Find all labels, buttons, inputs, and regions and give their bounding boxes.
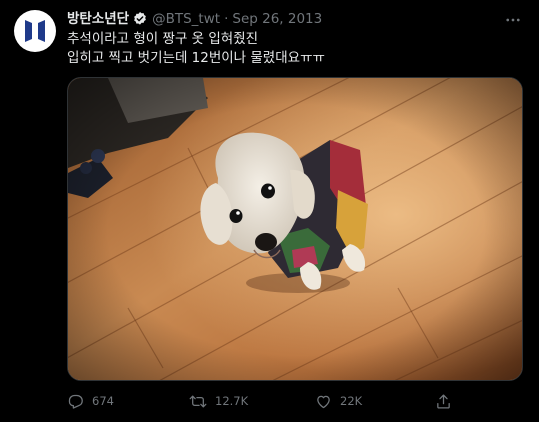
like-count: 22K bbox=[340, 394, 363, 408]
reply-button[interactable]: 674 bbox=[67, 393, 114, 410]
tweet-text-line: 추석이라고 형이 짱구 옷 입혀줬진 bbox=[67, 31, 259, 47]
like-button[interactable]: 22K bbox=[315, 393, 362, 410]
tweet-header: 방탄소년단 @BTS_twt · Sep 26, 2013 bbox=[67, 9, 322, 29]
author-avatar[interactable] bbox=[14, 10, 56, 52]
tweet-date[interactable]: Sep 26, 2013 bbox=[232, 9, 322, 29]
author-display-name[interactable]: 방탄소년단 bbox=[67, 9, 129, 29]
tweet-actions: 674 12.7K 22K bbox=[67, 390, 523, 412]
tweet-text: 추석이라고 형이 짱구 옷 입혀줬진 입히고 찍고 벗기는데 12번이나 물렸대… bbox=[67, 30, 507, 68]
tweet-card[interactable]: 방탄소년단 @BTS_twt · Sep 26, 2013 추석이라고 형이 짱… bbox=[0, 0, 539, 422]
author-handle[interactable]: @BTS_twt bbox=[152, 9, 220, 29]
header-separator: · bbox=[224, 11, 229, 27]
retweet-count: 12.7K bbox=[215, 394, 249, 408]
verified-badge-icon bbox=[132, 11, 148, 27]
heart-icon bbox=[317, 395, 330, 408]
bts-logo-icon bbox=[25, 20, 45, 42]
retweet-button[interactable]: 12.7K bbox=[189, 393, 248, 410]
retweet-icon bbox=[189, 395, 207, 407]
share-icon bbox=[437, 393, 450, 409]
tweet-photo[interactable] bbox=[67, 77, 523, 381]
reply-count: 674 bbox=[92, 394, 114, 408]
more-options-button[interactable] bbox=[503, 10, 523, 30]
more-options-icon bbox=[506, 18, 520, 22]
reply-icon bbox=[68, 394, 83, 409]
dog-photo-image bbox=[68, 78, 522, 380]
share-button[interactable] bbox=[435, 393, 460, 410]
tweet-text-line: 입히고 찍고 벗기는데 12번이나 물렸대요ㅠㅠ bbox=[67, 50, 325, 66]
